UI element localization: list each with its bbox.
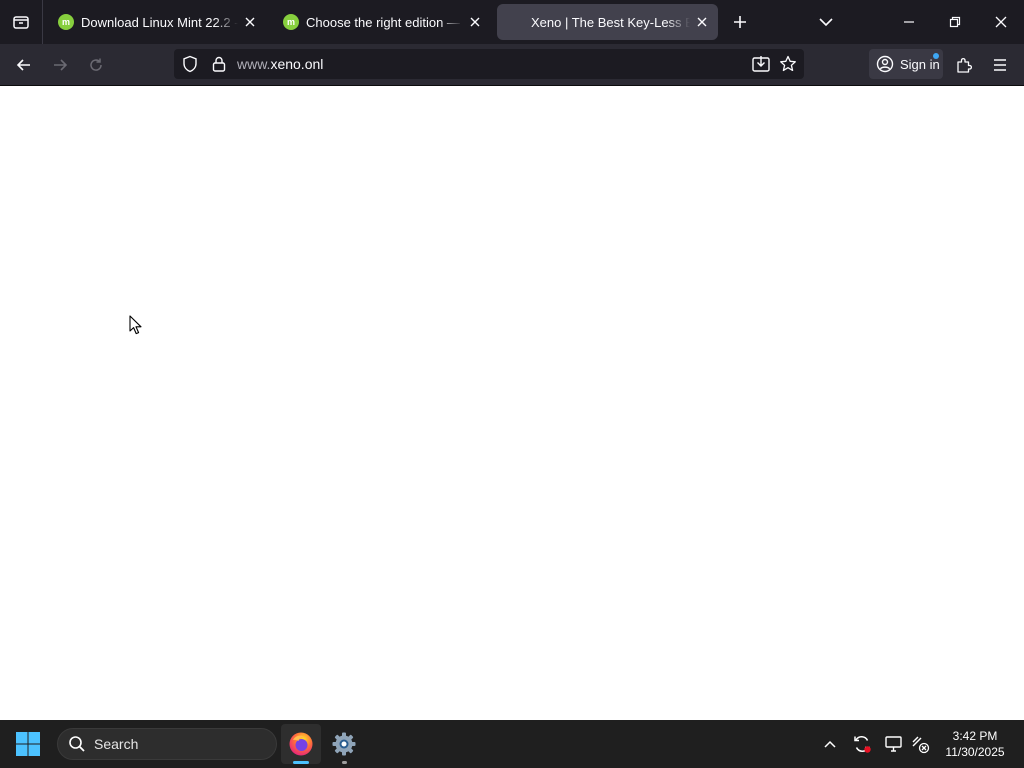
reload-icon (90, 58, 102, 71)
list-all-tabs-button[interactable] (814, 10, 838, 34)
sign-in-button[interactable]: Sign in (869, 49, 943, 79)
app-menu-button[interactable] (985, 50, 1015, 80)
close-icon (995, 16, 1007, 28)
reload-button[interactable] (81, 50, 111, 80)
address-bar[interactable]: www.xeno.onl (174, 49, 804, 79)
tray-sync[interactable] (850, 732, 874, 756)
search-icon (69, 736, 85, 752)
download-icon[interactable] (751, 55, 771, 73)
network-disconnected-icon (912, 736, 930, 754)
taskbar-search-box[interactable]: Search (57, 728, 277, 760)
tab-title: Choose the right edition — Linux Mint (306, 14, 463, 30)
clock-date: 11/30/2025 (945, 745, 1005, 759)
url-prefix: www. (237, 56, 271, 72)
show-hidden-icons-button[interactable] (818, 732, 842, 756)
tab-strip: m Download Linux Mint 22.2 - Linux Mint … (0, 0, 1024, 44)
tray-display[interactable] (882, 732, 906, 756)
tab-title: Download Linux Mint 22.2 - Linux Mint (81, 14, 238, 30)
linux-mint-icon: m (58, 14, 74, 30)
sync-icon (854, 736, 871, 753)
restore-icon (949, 16, 961, 28)
bookmark-star-icon[interactable] (779, 55, 797, 73)
forward-button[interactable] (45, 50, 75, 80)
system-clock[interactable]: 3:42 PM 11/30/2025 (936, 728, 1014, 760)
active-app-indicator (293, 761, 309, 764)
display-icon (885, 736, 902, 752)
chevron-down-icon (819, 18, 833, 27)
notification-dot (933, 53, 939, 59)
extensions-button[interactable] (949, 50, 979, 80)
tab-overview-icon (13, 16, 29, 29)
close-icon[interactable] (694, 14, 710, 30)
new-tab-button[interactable] (728, 10, 752, 34)
minimize-button[interactable] (886, 0, 932, 44)
arrow-left-icon (16, 59, 30, 71)
sign-in-label: Sign in (900, 56, 940, 72)
url-text[interactable]: www.xeno.onl (237, 56, 323, 72)
taskbar-app-settings[interactable] (324, 724, 364, 764)
account-icon (876, 55, 894, 73)
tab-choose-edition[interactable]: m Choose the right edition — Linux Mint (271, 4, 491, 40)
tab-linux-mint-download[interactable]: m Download Linux Mint 22.2 - Linux Mint (46, 4, 266, 40)
hamburger-menu-icon (994, 59, 1006, 71)
linux-mint-icon: m (283, 14, 299, 30)
shield-icon[interactable] (181, 55, 199, 73)
close-icon[interactable] (242, 14, 258, 30)
firefox-icon (289, 732, 313, 756)
close-window-button[interactable] (978, 0, 1024, 44)
taskbar-app-firefox[interactable] (281, 724, 321, 764)
puzzle-icon (957, 58, 972, 73)
tab-overview-button[interactable] (0, 0, 43, 44)
running-app-indicator (342, 761, 347, 764)
windows-start-icon[interactable] (14, 730, 42, 758)
navigation-toolbar: www.xeno.onl Sign in (0, 44, 1024, 86)
chevron-up-icon (824, 740, 836, 748)
clock-time: 3:42 PM (952, 729, 998, 743)
tab-xeno-active[interactable]: Xeno | The Best Key-Less Executor (497, 4, 718, 40)
page-content-blank[interactable] (0, 86, 1024, 720)
plus-icon (734, 16, 746, 28)
tab-title: Xeno | The Best Key-Less Executor (531, 14, 690, 30)
arrow-right-icon (54, 59, 68, 71)
minimize-icon (904, 21, 914, 23)
mouse-cursor-icon (129, 315, 142, 335)
back-button[interactable] (9, 50, 39, 80)
settings-icon (332, 732, 356, 756)
tray-network[interactable] (908, 732, 932, 756)
lock-icon[interactable] (210, 55, 228, 73)
taskbar: Search 3:42 PM 11/30/2025 (0, 720, 1024, 768)
url-domain: xeno.onl (270, 56, 324, 72)
search-label: Search (94, 736, 139, 752)
restore-button[interactable] (932, 0, 978, 44)
close-icon[interactable] (467, 14, 483, 30)
